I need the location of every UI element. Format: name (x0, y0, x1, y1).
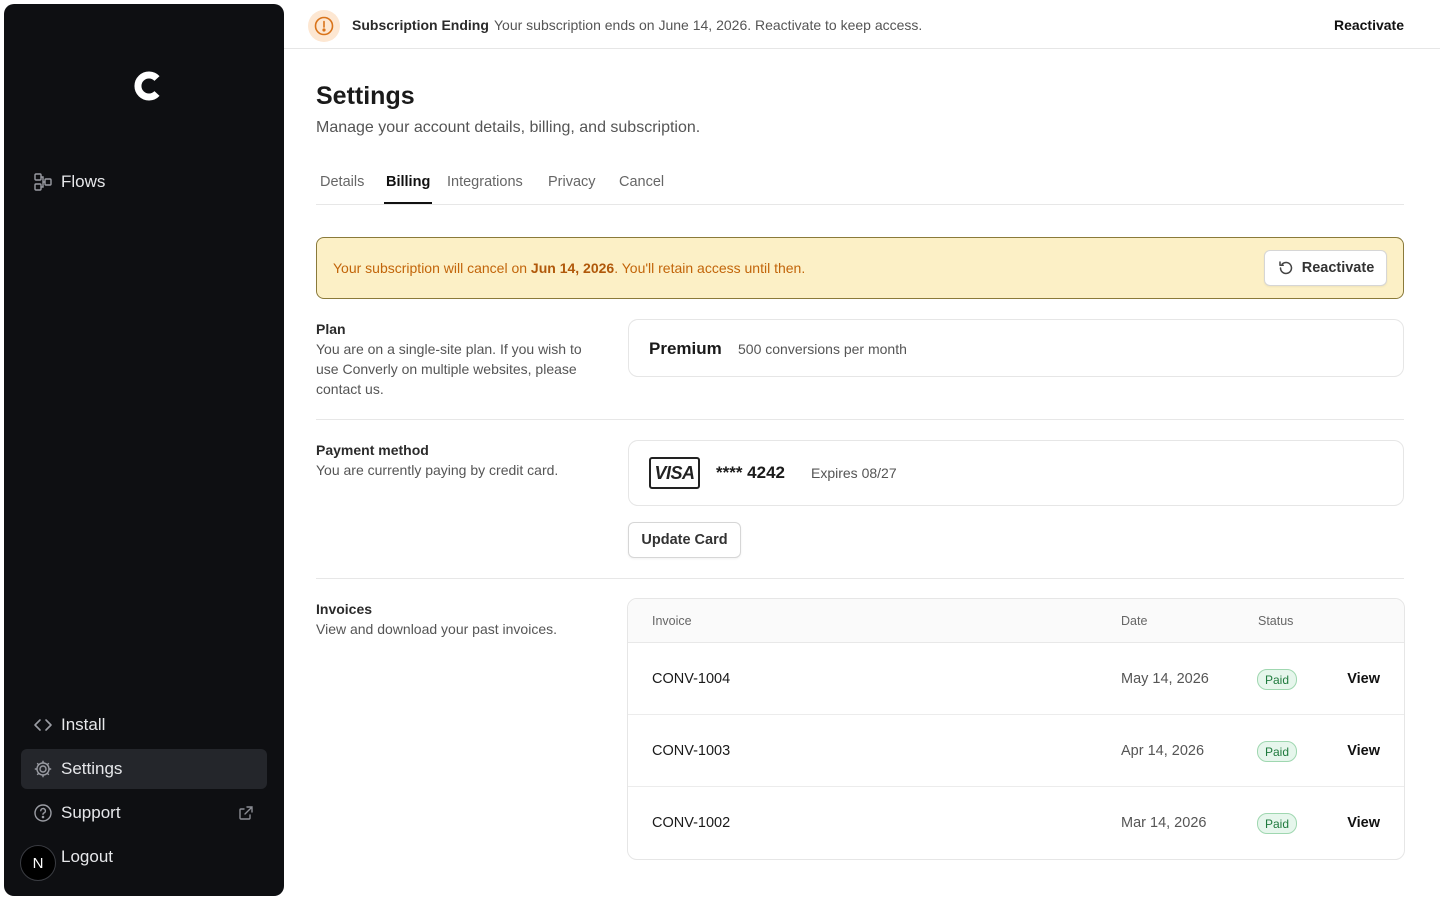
payment-card: VISA **** 4242 Expires 08/27 (628, 440, 1404, 506)
tab-integrations[interactable]: Integrations (447, 174, 523, 190)
table-row: CONV-1004 May 14, 2026 Paid View (628, 643, 1404, 715)
view-invoice-link[interactable]: View (1347, 815, 1380, 831)
tab-privacy[interactable]: Privacy (548, 174, 596, 190)
alert-text: Your subscription will cancel on Jun 14,… (333, 260, 805, 276)
sidebar-item-support[interactable]: Support (21, 793, 267, 833)
payment-section-title: Payment method (316, 442, 429, 458)
table-row: CONV-1003 Apr 14, 2026 Paid View (628, 715, 1404, 787)
invoice-id: CONV-1004 (652, 671, 731, 687)
tab-cancel[interactable]: Cancel (619, 174, 664, 190)
flows-icon (33, 172, 53, 192)
gear-icon (33, 759, 53, 779)
reactivate-button-label: Reactivate (1301, 260, 1375, 276)
logout-link[interactable]: Logout (61, 847, 113, 867)
status-badge: Paid (1257, 741, 1298, 762)
external-link-icon (237, 804, 255, 822)
page-title: Settings (316, 82, 415, 110)
invoices-section-description: View and download your past invoices. (316, 621, 558, 637)
invoice-id: CONV-1002 (652, 815, 731, 831)
card-number: **** 4242 (716, 463, 786, 482)
alert-circle-icon (308, 10, 340, 42)
update-card-button[interactable]: Update Card (628, 522, 741, 558)
page-subtitle: Manage your account details, billing, an… (316, 119, 701, 136)
plan-section-title: Plan (316, 321, 346, 337)
plan-section-description: You are on a single-site plan. If you wi… (316, 341, 582, 397)
sidebar-item-settings[interactable]: Settings (21, 749, 267, 789)
column-header-status: Status (1258, 614, 1294, 628)
sidebar-item-install[interactable]: Install (21, 705, 267, 745)
settings-tabs: Details Billing Integrations Privacy Can… (316, 164, 1404, 205)
sidebar: Flows Install Settings Support N Logout (4, 4, 284, 896)
sidebar-item-label: Install (61, 715, 106, 734)
view-invoice-link[interactable]: View (1347, 743, 1380, 759)
invoice-date: Mar 14, 2026 (1121, 815, 1207, 831)
visa-logo: VISA (649, 457, 700, 489)
banner-message: Your subscription ends on June 14, 2026.… (494, 17, 923, 33)
plan-name: Premium (649, 339, 722, 358)
alert-date: Jun 14, 2026 (530, 260, 615, 276)
refresh-icon (1277, 259, 1295, 277)
sidebar-item-flows[interactable]: Flows (21, 162, 267, 202)
table-row: CONV-1002 Mar 14, 2026 Paid View (628, 787, 1404, 859)
invoice-date: Apr 14, 2026 (1121, 743, 1205, 759)
sidebar-item-label: Settings (61, 759, 123, 778)
alert-text-before: Your subscription will cancel on (333, 260, 531, 276)
avatar[interactable]: N (20, 845, 56, 881)
plan-detail: 500 conversions per month (738, 341, 907, 357)
card-expiry: Expires 08/27 (811, 465, 897, 481)
code-icon (33, 715, 53, 735)
invoice-date: May 14, 2026 (1121, 671, 1209, 687)
tab-billing[interactable]: Billing (386, 174, 430, 190)
section-divider (316, 419, 1404, 420)
invoices-section-title: Invoices (316, 601, 373, 617)
invoice-id: CONV-1003 (652, 743, 731, 759)
status-badge: Paid (1257, 669, 1298, 690)
alert-text-after: . You'll retain access until then. (614, 260, 806, 276)
brand-logo-icon[interactable] (128, 66, 168, 106)
invoices-table: Invoice Date Status CONV-1004 May 14, 20… (627, 598, 1405, 860)
column-header-invoice: Invoice (652, 614, 692, 628)
help-circle-icon (33, 803, 53, 823)
reactivate-button[interactable]: Reactivate (1264, 250, 1387, 286)
banner-reactivate-link[interactable]: Reactivate (1334, 17, 1404, 33)
banner-title: Subscription Ending (352, 17, 489, 33)
section-divider (316, 578, 1404, 579)
table-header: Invoice Date Status (628, 599, 1404, 643)
subscription-banner: Subscription Ending Your subscription en… (284, 0, 1440, 49)
sidebar-item-label: Support (61, 803, 121, 822)
active-tab-indicator (384, 202, 432, 204)
status-badge: Paid (1257, 813, 1298, 834)
tab-details[interactable]: Details (320, 174, 364, 190)
cancellation-alert: Your subscription will cancel on Jun 14,… (316, 237, 1404, 299)
view-invoice-link[interactable]: View (1347, 671, 1380, 687)
plan-card: Premium 500 conversions per month (628, 319, 1404, 377)
payment-section-description: You are currently paying by credit card. (316, 462, 559, 478)
sidebar-item-label: Flows (61, 172, 106, 191)
column-header-date: Date (1121, 614, 1148, 628)
